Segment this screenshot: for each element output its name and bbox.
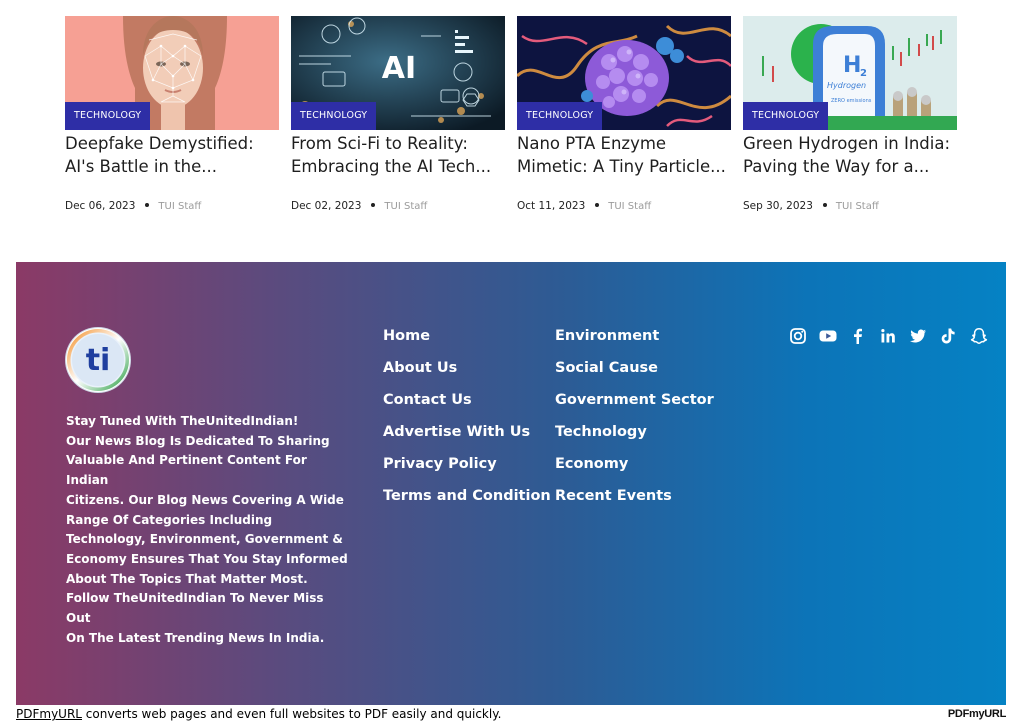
about-line: Our News Blog Is Dedicated To Sharing bbox=[66, 433, 330, 448]
about-line: About The Topics That Matter Most. bbox=[66, 571, 308, 586]
article-meta: Dec 02, 2023 TUI Staff bbox=[291, 200, 505, 212]
about-line: On The Latest Trending News In India. bbox=[66, 630, 325, 645]
h2-subscript-text: 2 bbox=[860, 68, 867, 79]
pdfmyurl-link[interactable]: PDFmyURL bbox=[16, 707, 82, 721]
category-badge[interactable]: TECHNOLOGY bbox=[291, 102, 377, 130]
pdf-converter-bar: PDFmyURL converts web pages and even ful… bbox=[16, 705, 1006, 723]
tiktok-icon[interactable] bbox=[938, 326, 958, 346]
article-title[interactable]: From Sci-Fi to Reality: Embracing the AI… bbox=[291, 130, 505, 178]
category-badge[interactable]: TECHNOLOGY bbox=[517, 102, 603, 130]
instagram-icon[interactable] bbox=[788, 326, 808, 346]
ai-thumbnail-text: AI bbox=[382, 51, 416, 86]
youtube-icon[interactable] bbox=[818, 326, 838, 346]
about-line: Follow TheUnitedIndian To Never Miss Out bbox=[66, 591, 324, 626]
article-date: Dec 02, 2023 bbox=[291, 200, 362, 212]
article-meta: Dec 06, 2023 TUI Staff bbox=[65, 200, 279, 212]
footer-about-text: Stay Tuned With TheUnitedIndian! Our New… bbox=[66, 412, 348, 648]
footer-link-government-sector[interactable]: Government Sector bbox=[555, 390, 714, 422]
hydrogen-thumbnail-text: Hydrogen bbox=[827, 81, 866, 90]
twitter-icon[interactable] bbox=[908, 326, 928, 346]
snapchat-icon[interactable] bbox=[969, 326, 989, 346]
category-badge[interactable]: TECHNOLOGY bbox=[65, 102, 151, 130]
article-thumbnail[interactable]: TECHNOLOGY bbox=[517, 16, 731, 130]
separator-dot bbox=[145, 203, 150, 207]
footer-link-economy[interactable]: Economy bbox=[555, 454, 714, 486]
logo-icon: ti bbox=[67, 329, 129, 391]
article-title[interactable]: Green Hydrogen in India: Paving the Way … bbox=[743, 130, 957, 178]
article-date: Dec 06, 2023 bbox=[65, 200, 136, 212]
article-thumbnail[interactable]: H 2 Hydrogen ZERO emissions TECHNOLOGY bbox=[743, 16, 957, 130]
article-card: AI TECHNOLOGY From Sci-Fi to Reality: Em… bbox=[291, 16, 505, 212]
linkedin-icon[interactable] bbox=[878, 326, 898, 346]
article-author[interactable]: TUI Staff bbox=[836, 201, 879, 212]
about-line: Valuable And Pertinent Content For India… bbox=[66, 453, 307, 488]
article-author[interactable]: TUI Staff bbox=[158, 201, 201, 212]
footer-link-privacy-policy[interactable]: Privacy Policy bbox=[383, 454, 551, 486]
footer-link-technology[interactable]: Technology bbox=[555, 422, 714, 454]
article-author[interactable]: TUI Staff bbox=[384, 201, 427, 212]
footer-link-about-us[interactable]: About Us bbox=[383, 358, 551, 390]
about-line: Citizens. Our Blog News Covering A Wide bbox=[66, 492, 344, 507]
footer-links-primary: Home About Us Contact Us Advertise With … bbox=[383, 326, 551, 518]
article-date: Oct 11, 2023 bbox=[517, 200, 586, 212]
article-title[interactable]: Deepfake Demystified: AI's Battle in the… bbox=[65, 130, 279, 178]
about-line: Range Of Categories Including bbox=[66, 512, 273, 527]
footer-link-social-cause[interactable]: Social Cause bbox=[555, 358, 714, 390]
article-card: TECHNOLOGY Deepfake Demystified: AI's Ba… bbox=[65, 16, 279, 212]
footer-link-environment[interactable]: Environment bbox=[555, 326, 714, 358]
footer-link-advertise[interactable]: Advertise With Us bbox=[383, 422, 551, 454]
site-footer: ti Stay Tuned With TheUnitedIndian! Our … bbox=[16, 262, 1006, 705]
pdf-bar-text: converts web pages and even full website… bbox=[81, 707, 502, 721]
social-links bbox=[788, 326, 994, 346]
pdfmyurl-logo[interactable]: PDFmyURL bbox=[948, 706, 1006, 722]
related-articles: TECHNOLOGY Deepfake Demystified: AI's Ba… bbox=[65, 16, 965, 216]
article-title[interactable]: Nano PTA Enzyme Mimetic: A Tiny Particle… bbox=[517, 130, 731, 178]
separator-dot bbox=[371, 203, 376, 207]
category-badge[interactable]: TECHNOLOGY bbox=[743, 102, 829, 130]
facebook-icon[interactable] bbox=[848, 326, 868, 346]
article-card: H 2 Hydrogen ZERO emissions TECHNOLOGY G… bbox=[743, 16, 957, 212]
logo-text: ti bbox=[86, 343, 111, 378]
article-author[interactable]: TUI Staff bbox=[608, 201, 651, 212]
footer-link-home[interactable]: Home bbox=[383, 326, 551, 358]
footer-links-categories: Environment Social Cause Government Sect… bbox=[555, 326, 714, 518]
zero-emissions-thumbnail-text: ZERO emissions bbox=[831, 98, 872, 104]
about-line: Economy Ensures That You Stay Informed bbox=[66, 551, 348, 566]
separator-dot bbox=[595, 203, 600, 207]
site-logo[interactable]: ti bbox=[66, 328, 130, 392]
article-meta: Sep 30, 2023 TUI Staff bbox=[743, 200, 957, 212]
article-thumbnail[interactable]: TECHNOLOGY bbox=[65, 16, 279, 130]
article-meta: Oct 11, 2023 TUI Staff bbox=[517, 200, 731, 212]
article-card: TECHNOLOGY Nano PTA Enzyme Mimetic: A Ti… bbox=[517, 16, 731, 212]
about-line: Technology, Environment, Government & bbox=[66, 532, 343, 547]
footer-link-terms[interactable]: Terms and Condition bbox=[383, 486, 551, 518]
footer-link-recent-events[interactable]: Recent Events bbox=[555, 486, 714, 518]
footer-link-contact-us[interactable]: Contact Us bbox=[383, 390, 551, 422]
h2-thumbnail-text: H bbox=[843, 53, 861, 78]
separator-dot bbox=[822, 203, 827, 207]
about-line: Stay Tuned With TheUnitedIndian! bbox=[66, 414, 299, 428]
article-date: Sep 30, 2023 bbox=[743, 200, 813, 212]
article-thumbnail[interactable]: AI TECHNOLOGY bbox=[291, 16, 505, 130]
